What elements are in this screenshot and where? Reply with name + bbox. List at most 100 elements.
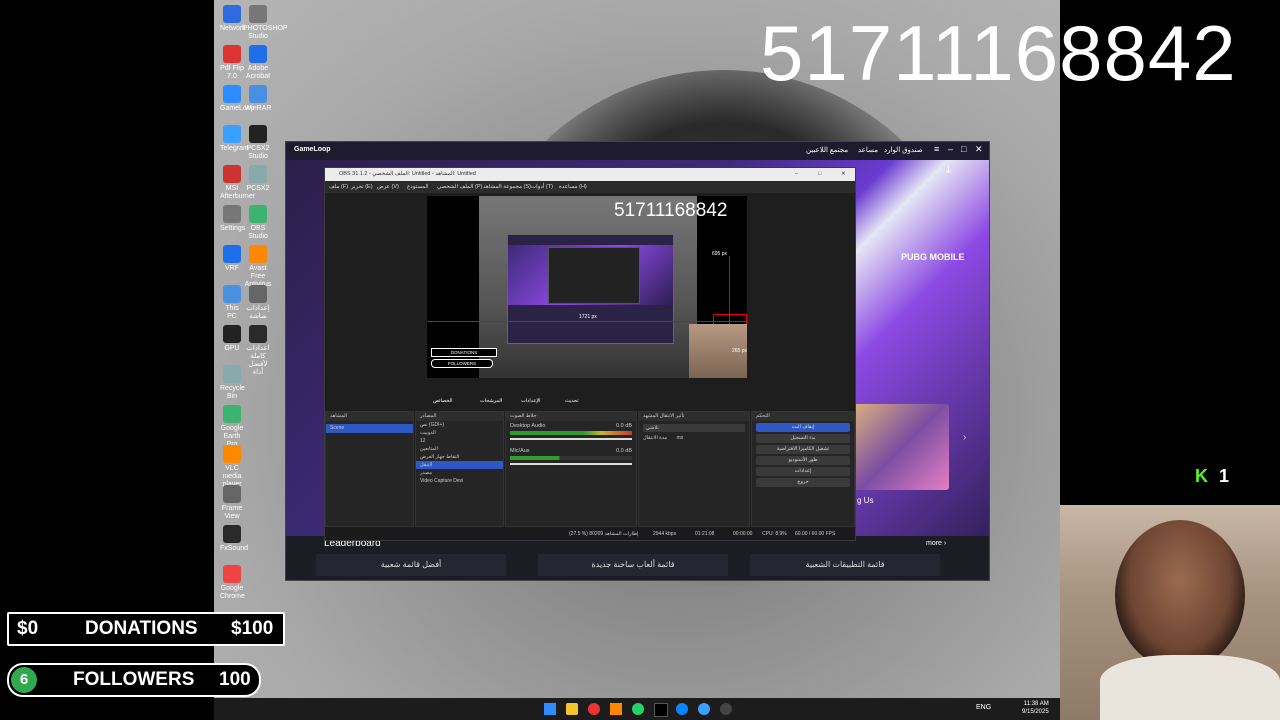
desktop-icon[interactable]: Settings bbox=[220, 205, 245, 233]
volume-slider[interactable] bbox=[510, 438, 632, 440]
desktop-icon[interactable]: FxSound bbox=[220, 525, 248, 553]
desktop-icon[interactable]: GPU bbox=[220, 325, 244, 353]
webcam-person bbox=[1115, 520, 1245, 670]
desktop-icon[interactable]: WinRAR bbox=[243, 85, 273, 113]
obs-minimize-icon[interactable]: – bbox=[795, 168, 798, 181]
desktop-icon[interactable]: PHOTOSHOP Studio bbox=[243, 5, 288, 41]
source-item[interactable]: Video Capture Devi bbox=[416, 477, 503, 485]
maximize-icon[interactable]: □ bbox=[961, 144, 966, 154]
tiktok-icon[interactable] bbox=[654, 703, 668, 717]
filters-button[interactable]: المرشحات bbox=[480, 398, 502, 404]
tab-popular[interactable]: أفضل قائمة شعبية bbox=[316, 554, 506, 576]
start-recording-button[interactable]: بدء التسجيل bbox=[756, 434, 850, 443]
desktop-icon[interactable]: This PC bbox=[220, 285, 244, 321]
source-item[interactable]: مصدر bbox=[416, 469, 503, 477]
studio-mode-button[interactable]: طور الأستوديو bbox=[756, 456, 850, 465]
explorer-icon[interactable] bbox=[566, 703, 578, 715]
scenes-panel-title: المشاهد bbox=[326, 412, 413, 421]
tab-new-hot[interactable]: قائمة ألعاب ساخنة جديدة bbox=[538, 554, 728, 576]
desktop-icon[interactable]: Avast Free Antivirus bbox=[243, 245, 273, 289]
app-icon bbox=[223, 445, 241, 463]
status-stream-time: 01:21:08 bbox=[695, 531, 715, 537]
settings-control-button[interactable]: إعدادات bbox=[756, 467, 850, 476]
desktop-icon-label: MSI Afterburner bbox=[220, 185, 256, 200]
chevron-right-icon[interactable]: › bbox=[963, 432, 966, 443]
source-item[interactable]: المتابعين bbox=[416, 445, 503, 453]
menu-help[interactable]: مساعدة (H) bbox=[559, 181, 587, 193]
app-icon bbox=[249, 5, 267, 23]
menu-profile[interactable]: الملف الشخصي (P) bbox=[437, 181, 482, 193]
scene-item[interactable]: Scene bbox=[326, 424, 413, 433]
tab-apps[interactable]: قائمة التطبيقات الشعبية bbox=[750, 554, 940, 576]
title-link-inbox[interactable]: صندوق الوارد bbox=[884, 146, 923, 154]
menu-tools[interactable]: أدوات (T) bbox=[531, 181, 553, 193]
app-icon bbox=[223, 85, 241, 103]
stop-stream-button[interactable]: إيقاف البث bbox=[756, 423, 850, 432]
gameloop-taskbar-icon[interactable] bbox=[698, 703, 710, 715]
language-indicator[interactable]: ENG bbox=[976, 704, 991, 711]
exit-button[interactable]: خروج bbox=[756, 478, 850, 487]
menu-view[interactable]: عرض (V) bbox=[377, 181, 399, 193]
close-icon[interactable]: ✕ bbox=[975, 144, 983, 155]
settings-button[interactable]: الإعدادات bbox=[521, 398, 541, 404]
menu-file[interactable]: ملف (F) bbox=[329, 181, 348, 193]
desktop-icon[interactable]: Adobe Acrobat bbox=[243, 45, 273, 81]
title-link-community[interactable]: مجتمع اللاعبين bbox=[806, 146, 848, 154]
preview-nested-obs bbox=[548, 247, 640, 304]
duration-field[interactable]: ms bbox=[677, 435, 684, 441]
desktop-icon[interactable]: PCSX2 bbox=[243, 165, 273, 193]
start-icon[interactable] bbox=[544, 703, 556, 715]
desktop-icon[interactable]: Recycle Bin bbox=[220, 365, 245, 401]
desktop-icon[interactable]: GameLoop bbox=[220, 85, 255, 113]
desktop-icon[interactable]: Telegram bbox=[220, 125, 249, 153]
gameloop-bottom-section: Leaderboard more › أفضل قائمة شعبية قائم… bbox=[286, 536, 989, 580]
menu-icon[interactable]: ≡ bbox=[934, 144, 939, 154]
desktop-icon[interactable]: Google Earth Pro bbox=[220, 405, 244, 449]
menu-docks[interactable]: المستودع bbox=[407, 181, 429, 193]
obs-taskbar-icon[interactable] bbox=[720, 703, 732, 715]
source-item[interactable]: التنقل bbox=[416, 461, 503, 469]
desktop-icon[interactable]: PCSX2 Studio bbox=[243, 125, 273, 161]
desktop-icon[interactable]: VLC media player bbox=[220, 445, 244, 489]
desktop-icon[interactable]: Google Chrome bbox=[220, 565, 245, 601]
mixer-track: Desktop Audio 0.0 dB bbox=[506, 421, 636, 442]
source-item[interactable]: الدونيت bbox=[416, 429, 503, 437]
desktop-icon[interactable]: Network bbox=[220, 5, 246, 33]
desktop-icon[interactable]: Frame View bbox=[220, 485, 244, 521]
title-link-help[interactable]: مساعد bbox=[858, 146, 878, 154]
desktop-icon[interactable]: Pdf Flip 7.0 bbox=[220, 45, 244, 81]
source-item[interactable]: نص (GDI+) bbox=[416, 421, 503, 429]
desktop-icon[interactable]: اعدادات كاملة لأفضل أداء bbox=[243, 325, 273, 377]
menu-edit[interactable]: تحرير (E) bbox=[351, 181, 373, 193]
vlc-icon[interactable] bbox=[610, 703, 622, 715]
obs-preview[interactable]: 51711168842 695 px 1721 px 265 px DONATI… bbox=[427, 196, 747, 378]
game-thumbnail[interactable] bbox=[854, 404, 949, 490]
sources-panel-title: المصادر bbox=[416, 412, 503, 421]
download-icon[interactable]: ⤓ bbox=[946, 164, 951, 177]
desktop-icon[interactable]: إعدادات شاشة bbox=[243, 285, 273, 321]
app-icon bbox=[223, 5, 241, 23]
virtual-camera-button[interactable]: تشغيل الكاميرا الافتراضية bbox=[756, 445, 850, 454]
whatsapp-icon[interactable] bbox=[632, 703, 644, 715]
source-item[interactable]: التقاط جهاز العرض bbox=[416, 453, 503, 461]
volume-slider[interactable] bbox=[510, 463, 632, 465]
clock[interactable]: 11:38 AM 9/15/2025 bbox=[1022, 700, 1049, 716]
obs-close-icon[interactable]: ✕ bbox=[841, 168, 846, 181]
menu-scene-collection[interactable]: مجموعة المشاهد (S) bbox=[483, 181, 531, 193]
transition-select[interactable]: تلاشي bbox=[643, 424, 745, 432]
source-item[interactable]: 12 bbox=[416, 437, 503, 445]
desktop-icon[interactable]: VRF bbox=[220, 245, 244, 273]
more-link[interactable]: more › bbox=[926, 540, 946, 547]
chrome-icon[interactable] bbox=[588, 703, 600, 715]
obs-maximize-icon[interactable]: □ bbox=[818, 168, 821, 181]
desktop-icon-label: This PC bbox=[225, 305, 239, 320]
desktop-icon[interactable]: OBS Studio bbox=[243, 205, 273, 241]
messenger-icon[interactable] bbox=[676, 703, 688, 715]
desktop-icon[interactable]: MSI Afterburner bbox=[220, 165, 256, 201]
properties-button[interactable]: الخصائص bbox=[433, 398, 453, 404]
minimize-icon[interactable]: – bbox=[948, 144, 953, 154]
webcam-feed bbox=[1060, 505, 1280, 720]
app-icon bbox=[223, 485, 241, 503]
refresh-button[interactable]: تحديث bbox=[565, 398, 579, 404]
big-counter: 51711168842 bbox=[760, 9, 1237, 97]
